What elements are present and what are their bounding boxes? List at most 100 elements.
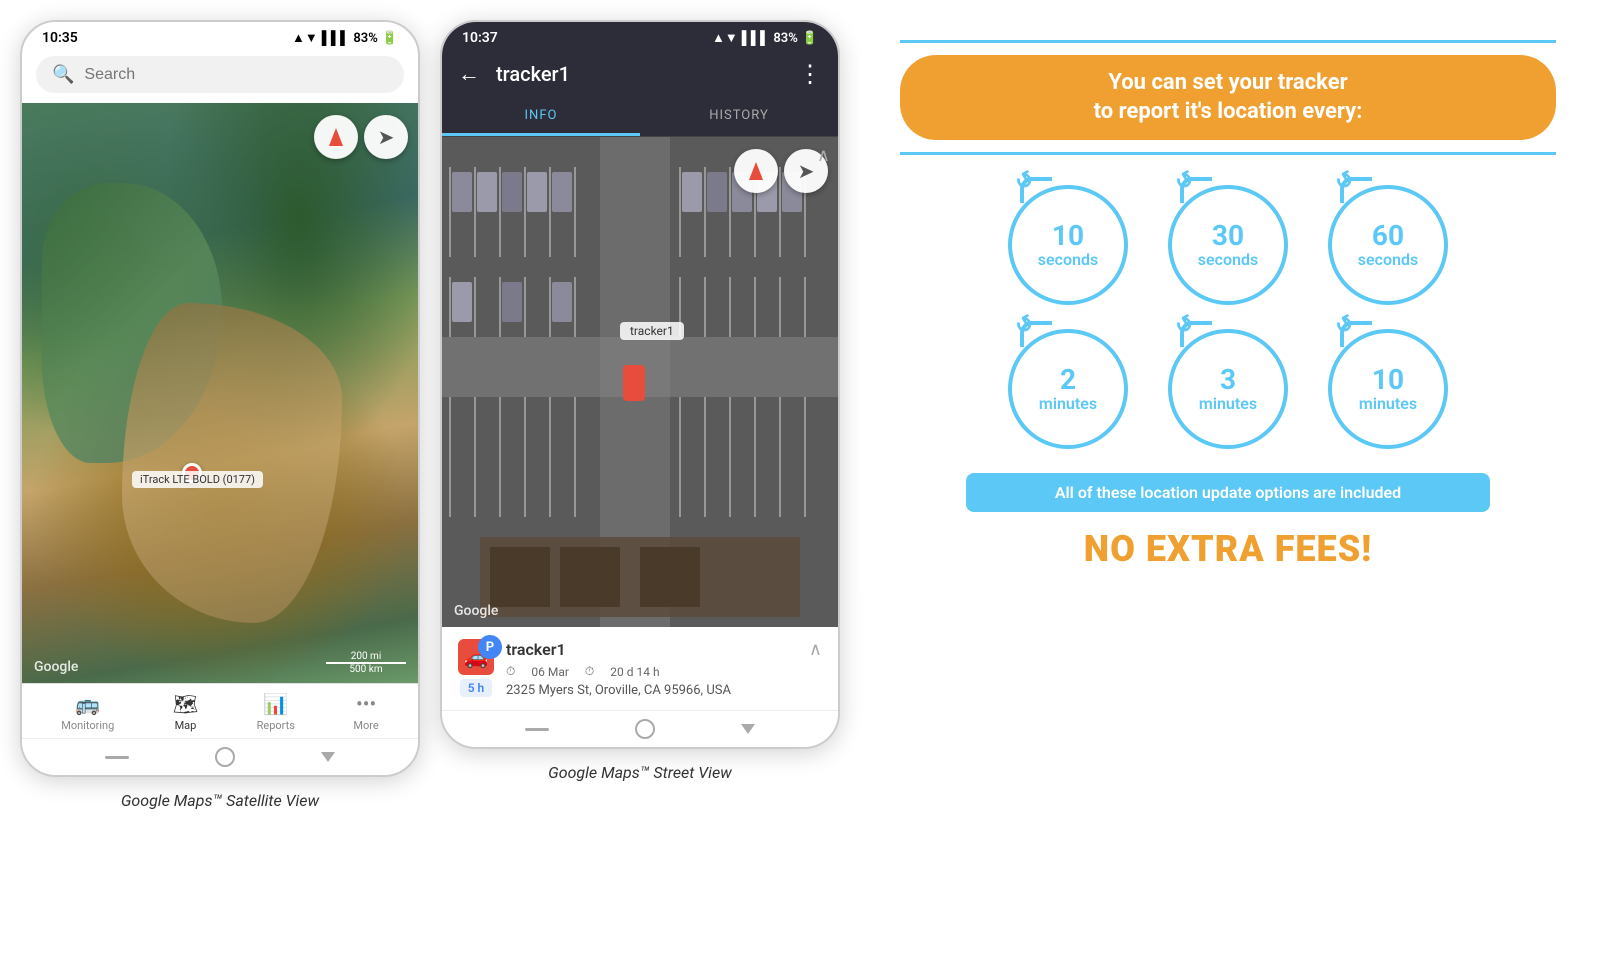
intervals-row-2: ↺ 2 minutes ↺ 3 minutes ↺ 10 minutes	[900, 329, 1556, 449]
time-icon: ⏱	[585, 664, 594, 679]
recents-gesture-btn-2[interactable]	[741, 724, 755, 734]
phone2-title: tracker1	[496, 62, 782, 86]
caption-phone2: Google Maps™ Street View	[548, 763, 732, 782]
tracker-label: iTrack LTE BOLD (0177)	[132, 471, 263, 488]
phone2-tabs: INFO HISTORY	[442, 98, 838, 137]
nav-label-monitoring: Monitoring	[61, 719, 114, 732]
info-header: You can set your tracker to report it's …	[900, 40, 1556, 155]
recents-gesture-btn[interactable]	[321, 752, 335, 762]
scroll-indicator: ∧	[817, 145, 830, 166]
search-icon: 🔍	[52, 64, 74, 85]
intervals-row-1: ↺ 10 seconds ↺ 30 seconds ↺ 60 seconds	[900, 185, 1556, 305]
info-title-bubble: You can set your tracker to report it's …	[900, 55, 1556, 140]
interval-circle-10-minutes: ↺ 10 minutes	[1328, 329, 1448, 449]
interval-number: 10	[1372, 366, 1404, 394]
tracker-date: 06 Mar	[531, 665, 569, 679]
google-watermark-2: Google	[454, 603, 498, 619]
tab-info[interactable]: INFO	[442, 98, 640, 136]
phone1-status-bar: 10:35 ▲▼ ▌▌▌ 83% 🔋	[22, 22, 418, 50]
location-icon-2: ➤	[798, 159, 815, 183]
interval-unit: minutes	[1199, 394, 1257, 413]
interval-unit: minutes	[1359, 394, 1417, 413]
phone1-bars-icon: ▌▌▌	[322, 30, 350, 46]
phone1-map[interactable]: ➤ iTrack LTE BOLD (0177) Google 200 mi 5…	[22, 103, 418, 683]
home-gesture-btn-2[interactable]	[635, 719, 655, 739]
phone1-battery: 83%	[353, 31, 377, 46]
phone2-status-bar: 10:37 ▲▼ ▌▌▌ 83% 🔋	[442, 22, 838, 50]
phone1-signal-icon: ▲▼	[292, 30, 318, 46]
interval-unit: seconds	[1358, 250, 1418, 269]
info-title-line2: to report it's location every:	[1094, 99, 1363, 124]
tab-info-label: INFO	[525, 108, 558, 123]
location-icon: ➤	[378, 125, 395, 149]
interval-number: 2	[1060, 366, 1076, 394]
tracker-address: 2325 Myers St, Oroville, CA 95966, USA	[506, 683, 822, 698]
scale-bar: 200 mi 500 km	[326, 651, 406, 675]
interval-circle-3-minutes: ↺ 3 minutes	[1168, 329, 1288, 449]
phone2-header: ← tracker1 ⋮	[442, 50, 838, 98]
more-icon: •••	[356, 692, 376, 716]
nav-label-reports: Reports	[257, 719, 295, 732]
tracker-duration: 20 d 14 h	[610, 665, 659, 679]
no-fees-bar: All of these location update options are…	[966, 473, 1491, 512]
clock-icon: ⏱	[506, 664, 515, 679]
time-badge-value: 5 h	[468, 681, 485, 695]
google-watermark-1: Google	[34, 659, 78, 675]
phone1-status-right: ▲▼ ▌▌▌ 83% 🔋	[292, 30, 398, 46]
phone2-map[interactable]: tracker1 ➤ ∧ Google	[442, 137, 838, 627]
scroll-up-icon: ∧	[809, 639, 822, 660]
time-badge: 5 h	[460, 679, 493, 697]
info-header-lines-top	[900, 40, 1556, 43]
phone2-battery-icon: 🔋	[802, 31, 818, 46]
tracker-info-panel: 🚗 P 5 h tracker1 ∧ ⏱ 06 Mar ⏱ 2	[442, 627, 838, 710]
nav-item-monitoring[interactable]: 🚌 Monitoring	[61, 692, 114, 732]
search-bar[interactable]: 🔍	[36, 56, 404, 93]
nav-item-map[interactable]: 🗺 Map	[173, 692, 198, 732]
phone2-battery: 83%	[773, 31, 797, 46]
interval-unit: seconds	[1038, 250, 1098, 269]
parking-badge: P	[478, 635, 502, 659]
phone1-battery-icon: 🔋	[382, 31, 398, 46]
phone2-time: 10:37	[462, 30, 498, 46]
phone2-signal-icon: ▲▼	[712, 30, 738, 46]
nav-label-map: Map	[175, 719, 197, 732]
interval-circle-2-minutes: ↺ 2 minutes	[1008, 329, 1128, 449]
compass-arrow-icon-2	[749, 162, 763, 180]
back-button[interactable]: ←	[458, 61, 480, 87]
phone1-system-bar	[22, 738, 418, 775]
compass-button[interactable]	[314, 115, 358, 159]
compass-button-2[interactable]	[734, 149, 778, 193]
tracker-label-2: tracker1	[620, 322, 684, 340]
location-button[interactable]: ➤	[364, 115, 408, 159]
nav-label-more: More	[353, 719, 378, 732]
back-gesture-btn[interactable]	[105, 756, 129, 759]
search-input[interactable]	[84, 66, 388, 84]
info-panel: You can set your tracker to report it's …	[860, 20, 1596, 590]
tracker-details: tracker1 ∧ ⏱ 06 Mar ⏱ 20 d 14 h 2325 Mye…	[506, 639, 822, 698]
phone2-status-right: ▲▼ ▌▌▌ 83% 🔋	[712, 30, 818, 46]
interval-number: 30	[1212, 222, 1244, 250]
back-gesture-btn-2[interactable]	[525, 728, 549, 731]
nav-item-reports[interactable]: 📊 Reports	[257, 692, 295, 732]
interval-circle-60-seconds: ↺ 60 seconds	[1328, 185, 1448, 305]
home-gesture-btn[interactable]	[215, 747, 235, 767]
main-container: 10:35 ▲▼ ▌▌▌ 83% 🔋 🔍	[20, 20, 1596, 810]
header-line-left	[900, 40, 1556, 43]
menu-button[interactable]: ⋮	[798, 60, 822, 88]
header-line-bottom	[900, 152, 1556, 155]
tab-history-label: HISTORY	[709, 108, 769, 123]
tracker-icon-container: 🚗 P 5 h	[458, 639, 494, 697]
interval-unit: minutes	[1039, 394, 1097, 413]
phone2-mockup: 10:37 ▲▼ ▌▌▌ 83% 🔋 ← tracker1 ⋮ INFO	[440, 20, 840, 749]
tracker-name: tracker1	[506, 640, 566, 659]
tab-history[interactable]: HISTORY	[640, 98, 838, 136]
interval-unit: seconds	[1198, 250, 1258, 269]
phone1-nav-bar: 🚌 Monitoring 🗺 Map 📊 Reports ••• More	[22, 683, 418, 738]
scale-bottom: 500 km	[326, 664, 406, 675]
parking-lot-svg	[442, 137, 838, 627]
nav-item-more[interactable]: ••• More	[353, 692, 378, 732]
interval-number: 10	[1052, 222, 1084, 250]
caption-phone1: Google Maps™ Satellite View	[121, 791, 319, 810]
phone1-time: 10:35	[42, 30, 78, 46]
tracker-name-row: tracker1 ∧	[506, 639, 822, 660]
